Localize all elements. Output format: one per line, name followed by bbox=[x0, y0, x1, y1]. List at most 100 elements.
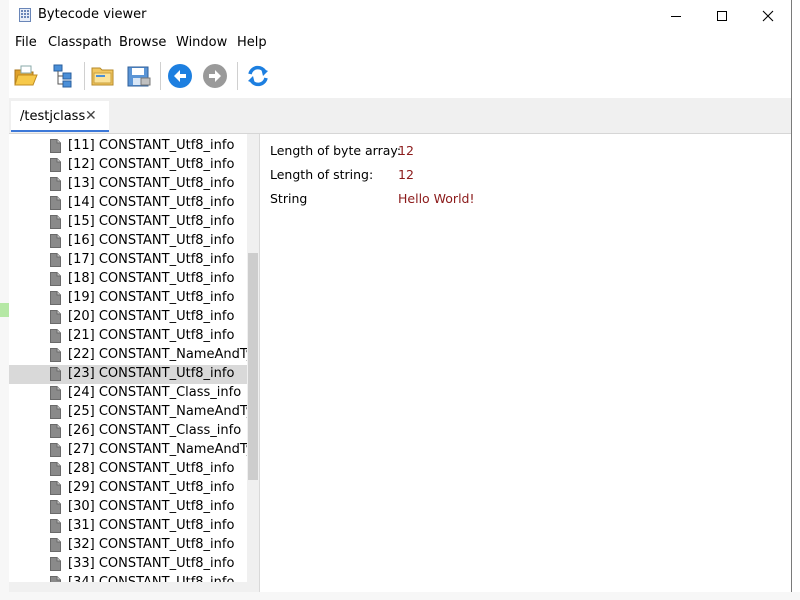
window-title: Bytecode viewer bbox=[38, 7, 147, 22]
tree-item-label: [30] CONSTANT_Utf8_info bbox=[68, 499, 235, 514]
back-button[interactable] bbox=[166, 62, 194, 90]
file-node-icon bbox=[50, 348, 61, 362]
tree-item[interactable]: [13] CONSTANT_Utf8_info bbox=[9, 175, 247, 194]
classpath-tree-icon bbox=[53, 64, 72, 88]
tree-item-label: [17] CONSTANT_Utf8_info bbox=[68, 252, 235, 267]
maximize-button[interactable] bbox=[699, 0, 745, 31]
refresh-icon bbox=[248, 65, 268, 87]
tree-item[interactable]: [33] CONSTANT_Utf8_info bbox=[9, 555, 247, 574]
tree-item-label: [31] CONSTANT_Utf8_info bbox=[68, 518, 235, 533]
tree-item[interactable]: [31] CONSTANT_Utf8_info bbox=[9, 517, 247, 536]
menu-window[interactable]: Window bbox=[176, 35, 227, 50]
tree-item[interactable]: [30] CONSTANT_Utf8_info bbox=[9, 498, 247, 517]
file-node-icon bbox=[50, 196, 61, 210]
byte-array-length-value: 12 bbox=[398, 143, 414, 158]
tree-item[interactable]: [14] CONSTANT_Utf8_info bbox=[9, 194, 247, 213]
open-folder-button[interactable] bbox=[89, 62, 117, 90]
tree-item-label: [34] CONSTANT_Utf8_info bbox=[68, 575, 234, 582]
file-node-icon bbox=[50, 519, 61, 533]
open-folder-icon bbox=[91, 67, 114, 86]
toolbar-separator bbox=[160, 62, 161, 90]
tree-item[interactable]: [23] CONSTANT_Utf8_info bbox=[9, 365, 247, 384]
tree-horizontal-scrollbar[interactable] bbox=[9, 582, 259, 592]
tree-item-label: [25] CONSTANT_NameAndType_info bbox=[68, 404, 247, 419]
tree-item[interactable]: [12] CONSTANT_Utf8_info bbox=[9, 156, 247, 175]
tree-item-label: [21] CONSTANT_Utf8_info bbox=[68, 328, 235, 343]
tab-label: /testjclass bbox=[20, 109, 86, 124]
refresh-button[interactable] bbox=[244, 62, 272, 90]
constant-pool-tree: [11] CONSTANT_Utf8_info [12] CONSTANT_Utf… bbox=[9, 134, 247, 582]
file-node-icon bbox=[50, 329, 61, 343]
tree-item[interactable]: [27] CONSTANT_NameAndType_info bbox=[9, 441, 247, 460]
tree-item[interactable]: [15] CONSTANT_Utf8_info bbox=[9, 213, 247, 232]
byte-array-length-label: Length of byte array: bbox=[270, 143, 402, 158]
file-node-icon bbox=[50, 367, 61, 381]
menu-classpath[interactable]: Classpath bbox=[48, 35, 112, 50]
menu-help[interactable]: Help bbox=[237, 35, 267, 50]
file-node-icon bbox=[50, 405, 61, 419]
file-node-icon bbox=[50, 557, 61, 571]
tree-item[interactable]: [18] CONSTANT_Utf8_info bbox=[9, 270, 247, 289]
tree-item-label: [24] CONSTANT_Class_info bbox=[68, 385, 242, 400]
close-button[interactable] bbox=[745, 0, 791, 31]
app-window: Bytecode viewer File Classpath Browse Wi… bbox=[9, 0, 792, 592]
file-node-icon bbox=[50, 272, 61, 286]
string-length-value: 12 bbox=[398, 167, 414, 182]
detail-pane: Length of byte array: 12 Length of strin… bbox=[260, 134, 791, 592]
tree-item-label: [16] CONSTANT_Utf8_info bbox=[68, 233, 235, 248]
tree-item-label: [13] CONSTANT_Utf8_info bbox=[68, 176, 235, 191]
tree-item-label: [32] CONSTANT_Utf8_info bbox=[68, 537, 235, 552]
open-button[interactable] bbox=[12, 62, 40, 90]
tab-close-icon[interactable]: ✕ bbox=[85, 108, 97, 124]
tree-item[interactable]: [19] CONSTANT_Utf8_info bbox=[9, 289, 247, 308]
tree-item[interactable]: [11] CONSTANT_Utf8_info bbox=[9, 137, 247, 156]
save-button[interactable] bbox=[125, 62, 153, 90]
tree-item-label: [22] CONSTANT_NameAndType_info bbox=[68, 347, 247, 362]
tree-item-label: [11] CONSTANT_Utf8_info bbox=[68, 138, 235, 153]
tree-item[interactable]: [32] CONSTANT_Utf8_info bbox=[9, 536, 247, 555]
tree-item[interactable]: [25] CONSTANT_NameAndType_info bbox=[9, 403, 247, 422]
tree-item[interactable]: [16] CONSTANT_Utf8_info bbox=[9, 232, 247, 251]
file-node-icon bbox=[50, 139, 61, 153]
file-node-icon bbox=[50, 234, 61, 248]
file-node-icon bbox=[50, 177, 61, 191]
menu-browse[interactable]: Browse bbox=[119, 35, 166, 50]
menu-bar: File Classpath Browse Window Help bbox=[9, 31, 791, 55]
file-node-icon bbox=[50, 538, 61, 552]
menu-file[interactable]: File bbox=[15, 35, 37, 50]
background-window-edge bbox=[0, 0, 9, 600]
tree-item[interactable]: [17] CONSTANT_Utf8_info bbox=[9, 251, 247, 270]
tree-item-label: [23] CONSTANT_Utf8_info bbox=[68, 366, 235, 381]
classpath-tree-button[interactable] bbox=[49, 62, 77, 90]
file-node-icon bbox=[50, 158, 61, 172]
file-node-icon bbox=[50, 443, 61, 457]
forward-button[interactable] bbox=[201, 62, 229, 90]
forward-icon bbox=[203, 64, 227, 88]
tree-item[interactable]: [20] CONSTANT_Utf8_info bbox=[9, 308, 247, 327]
tree-item[interactable]: [29] CONSTANT_Utf8_info bbox=[9, 479, 247, 498]
open-icon bbox=[14, 65, 38, 86]
minimize-icon bbox=[671, 15, 681, 17]
maximize-icon bbox=[717, 10, 727, 21]
tree-item-label: [26] CONSTANT_Class_info bbox=[68, 423, 242, 438]
back-icon bbox=[168, 64, 192, 88]
file-node-icon bbox=[50, 500, 61, 514]
tree-item[interactable]: [26] CONSTANT_Class_info bbox=[9, 422, 247, 441]
tree-item[interactable]: [21] CONSTANT_Utf8_info bbox=[9, 327, 247, 346]
save-icon bbox=[127, 66, 151, 87]
tree-item[interactable]: [28] CONSTANT_Utf8_info bbox=[9, 460, 247, 479]
file-node-icon bbox=[50, 386, 61, 400]
tree-item[interactable]: [22] CONSTANT_NameAndType_info bbox=[9, 346, 247, 365]
tree-item[interactable]: [24] CONSTANT_Class_info bbox=[9, 384, 247, 403]
minimize-button[interactable] bbox=[653, 0, 699, 31]
tree-item-label: [15] CONSTANT_Utf8_info bbox=[68, 214, 235, 229]
close-icon bbox=[762, 10, 774, 21]
tree-item[interactable]: [34] CONSTANT_Utf8_info bbox=[9, 574, 247, 582]
title-bar[interactable]: Bytecode viewer bbox=[9, 0, 791, 31]
tab-testjclass[interactable]: /testjclass ✕ bbox=[11, 101, 109, 132]
file-node-icon bbox=[50, 462, 61, 476]
toolbar-separator bbox=[237, 62, 238, 90]
file-node-icon bbox=[50, 253, 61, 267]
tree-item-label: [12] CONSTANT_Utf8_info bbox=[68, 157, 235, 172]
tree-scrollbar-thumb[interactable] bbox=[248, 253, 258, 480]
